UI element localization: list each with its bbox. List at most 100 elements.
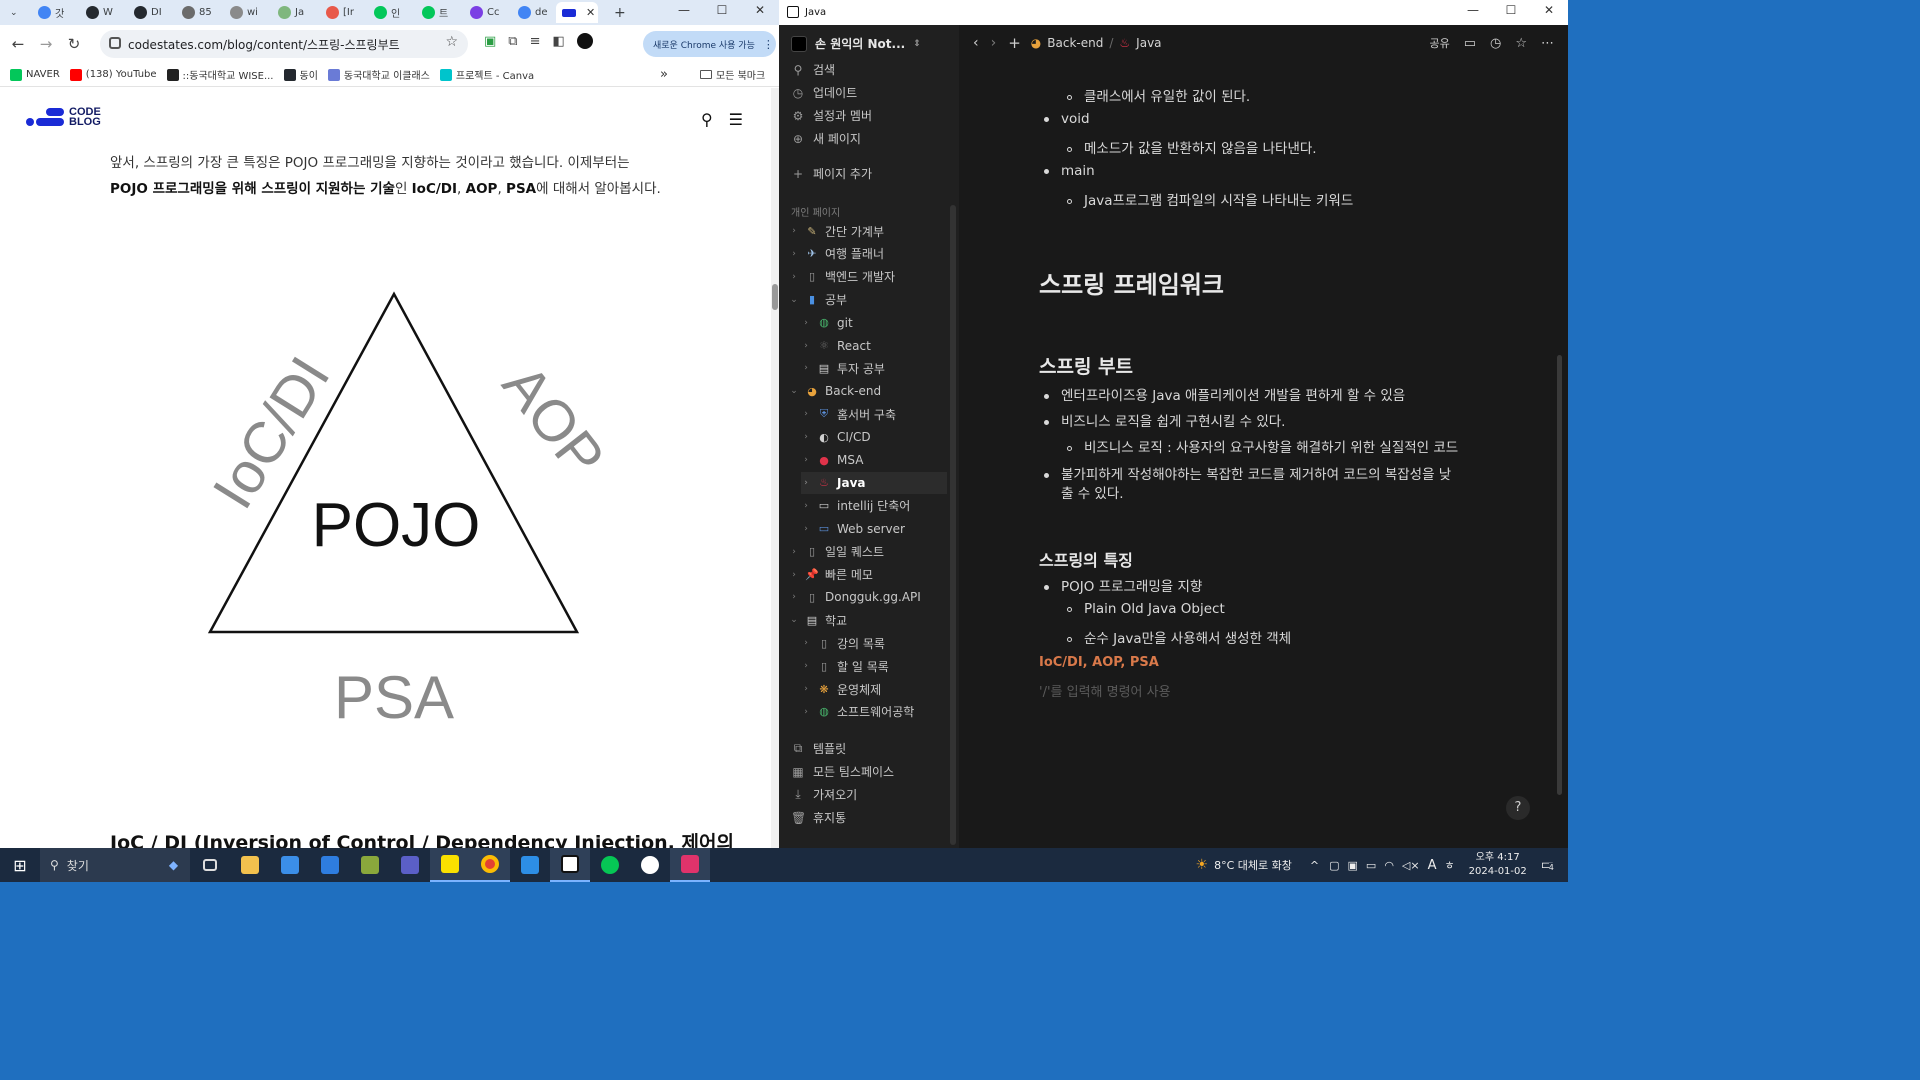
heading-spring-framework[interactable]: 스프링 프레임워크 bbox=[1039, 265, 1224, 300]
page-tree-item[interactable]: › 📌 빠른 메모 bbox=[789, 564, 947, 586]
ime-mode-indicator[interactable]: A bbox=[1428, 858, 1437, 873]
vscode-icon[interactable] bbox=[510, 848, 550, 882]
tab-active[interactable]: ✕ bbox=[556, 2, 598, 23]
command-placeholder[interactable]: '/'를 입력해 명령어 사용 bbox=[1039, 681, 1171, 700]
chevron-right-icon[interactable]: › bbox=[801, 318, 811, 328]
list-item[interactable]: 비즈니스 로직을 쉽게 구현시킬 수 있다. bbox=[1044, 410, 1285, 430]
chevron-right-icon[interactable]: › bbox=[801, 524, 811, 534]
puzzle-icon[interactable]: ⧉ bbox=[508, 34, 517, 49]
all-bookmarks[interactable]: 모든 북마크 bbox=[700, 67, 765, 82]
page-tree-item[interactable]: › ▯ 강의 목록 bbox=[801, 632, 947, 654]
page-tree-item[interactable]: › ⛨ 홈서버 구축 bbox=[801, 403, 947, 425]
list-item[interactable]: POJO 프로그래밍을 지향 bbox=[1044, 575, 1202, 595]
minimize-button[interactable]: — bbox=[1454, 0, 1492, 22]
intellij-icon[interactable] bbox=[670, 848, 710, 882]
tray-camera-icon[interactable]: ▣ bbox=[1348, 859, 1358, 872]
page-tree-item[interactable]: › ● MSA bbox=[801, 449, 947, 471]
page-scrollbar[interactable] bbox=[771, 88, 779, 848]
windows-start-icon[interactable]: ⊞ bbox=[0, 856, 40, 875]
forward-icon[interactable]: → bbox=[32, 35, 60, 53]
more-dots-icon[interactable]: ⋯ bbox=[1541, 36, 1554, 51]
page-tree-item[interactable]: ⌄ ▤ 학교 bbox=[789, 609, 947, 631]
address-bar[interactable]: codestates.com/blog/content/스프링-스프링부트 ☆ bbox=[100, 30, 468, 58]
new-page-plus-icon[interactable]: + bbox=[1008, 34, 1021, 52]
maximize-button[interactable]: ☐ bbox=[703, 0, 741, 22]
weather-icon[interactable]: ☀ bbox=[1196, 857, 1209, 873]
minimize-button[interactable]: — bbox=[665, 0, 703, 22]
page-tree-item[interactable]: › ◐ CI/CD bbox=[801, 426, 947, 448]
browser-tab[interactable]: 갓 bbox=[32, 2, 76, 23]
sidebar-bottom-item[interactable]: ⤓ 가져오기 bbox=[791, 786, 857, 803]
browser-tab[interactable]: de bbox=[512, 2, 556, 23]
chevron-down-icon[interactable]: ⌄ bbox=[789, 295, 799, 305]
site-info-icon[interactable] bbox=[109, 37, 121, 49]
chevron-right-icon[interactable]: › bbox=[801, 341, 811, 351]
page-tree-item[interactable]: › ⚛ React bbox=[801, 335, 947, 357]
system-clock[interactable]: 오후 4:17 2024-01-02 bbox=[1469, 851, 1527, 879]
page-tree-item[interactable]: › ▭ Web server bbox=[801, 518, 947, 540]
breadcrumb-current[interactable]: Java bbox=[1136, 36, 1161, 50]
task-view-icon[interactable] bbox=[190, 848, 230, 882]
notion-icon[interactable] bbox=[550, 848, 590, 882]
wifi-icon[interactable]: ◠ bbox=[1384, 859, 1394, 872]
bookmark-item[interactable]: 프로젝트 - Canva bbox=[439, 67, 534, 82]
browser-tab[interactable]: wi bbox=[224, 2, 268, 23]
browser-tab[interactable]: DI bbox=[128, 2, 172, 23]
bookmark-item[interactable]: NAVER bbox=[10, 67, 60, 82]
menu-kebab-icon[interactable]: ⋮ bbox=[763, 38, 774, 51]
sidebar-nav-item[interactable]: ◷ 업데이트 bbox=[791, 84, 857, 101]
bookmark-item[interactable]: 동국대학교 이클래스 bbox=[327, 67, 430, 82]
chevron-right-icon[interactable]: › bbox=[801, 501, 811, 511]
tray-chevron-up-icon[interactable]: ^ bbox=[1310, 859, 1319, 872]
tab-search-button[interactable]: ⌄ bbox=[4, 2, 26, 23]
browser-tab[interactable]: Ja bbox=[272, 2, 316, 23]
bookmark-item[interactable]: 동이 bbox=[283, 67, 318, 82]
profile-avatar[interactable] bbox=[576, 33, 593, 49]
page-tree-item[interactable]: › ♨ Java bbox=[801, 471, 947, 494]
search-icon[interactable]: ⚲ bbox=[701, 110, 713, 129]
browser-tab[interactable]: Cc bbox=[464, 2, 508, 23]
list-item[interactable]: 비즈니스 로직 : 사용자의 요구사항을 해결하기 위한 실질적인 코드 bbox=[1067, 436, 1458, 456]
chevron-right-icon[interactable]: › bbox=[801, 363, 811, 373]
maximize-button[interactable]: ☐ bbox=[1492, 0, 1530, 22]
list-item[interactable]: Java프로그램 컴파일의 시작을 나타내는 키워드 bbox=[1067, 189, 1353, 209]
add-page-button[interactable]: + 페이지 추가 bbox=[791, 165, 872, 182]
page-tree-item[interactable]: › ◍ 소프트웨어공학 bbox=[801, 701, 947, 723]
list-item[interactable]: 순수 Java만을 사용해서 생성한 객체 bbox=[1067, 627, 1291, 647]
new-tab-button[interactable]: + bbox=[608, 2, 626, 23]
page-tree-item[interactable]: › ▯ 할 일 목록 bbox=[801, 655, 947, 677]
page-tree-item[interactable]: › ▤ 투자 공부 bbox=[801, 357, 947, 379]
page-tree-item[interactable]: › ▯ 백엔드 개발자 bbox=[789, 266, 947, 288]
browser-tab[interactable]: [Ir bbox=[320, 2, 364, 23]
browser-tab[interactable]: 85 bbox=[176, 2, 220, 23]
file-explorer-icon[interactable] bbox=[230, 848, 270, 882]
hamburger-menu-icon[interactable]: ☰ bbox=[729, 110, 743, 129]
sidebar-bottom-item[interactable]: ▦ 모든 팀스페이스 bbox=[791, 763, 894, 780]
codeblog-logo[interactable]: CODE BLOG bbox=[26, 106, 101, 128]
reload-icon[interactable]: ↻ bbox=[60, 35, 88, 53]
chevron-right-icon[interactable]: › bbox=[801, 638, 811, 648]
ime-hangul-indicator[interactable]: ㅎ bbox=[1445, 857, 1455, 873]
weather-text[interactable]: 8°C 대체로 화창 bbox=[1214, 857, 1292, 873]
store-icon[interactable] bbox=[310, 848, 350, 882]
breadcrumb-parent[interactable]: Back-end bbox=[1047, 36, 1103, 50]
sidebar-bottom-item[interactable]: 🗑 휴지통 bbox=[791, 809, 846, 826]
notification-center-icon[interactable]: ▭ 4 bbox=[1541, 857, 1554, 873]
sidebar-scrollbar[interactable] bbox=[950, 205, 956, 845]
line-icon[interactable] bbox=[590, 848, 630, 882]
chevron-right-icon[interactable]: › bbox=[801, 478, 811, 488]
list-item[interactable]: 클래스에서 유일한 값이 된다. bbox=[1067, 85, 1250, 105]
heading-spring-features[interactable]: 스프링의 특징 bbox=[1039, 547, 1133, 571]
chrome-icon[interactable] bbox=[470, 848, 510, 882]
bookmark-item[interactable]: (138) YouTube bbox=[69, 67, 157, 82]
kakaotalk-icon[interactable] bbox=[430, 848, 470, 882]
page-tree-item[interactable]: ⌄ ◕ Back-end bbox=[789, 380, 947, 402]
heading-spring-boot[interactable]: 스프링 부트 bbox=[1039, 352, 1133, 379]
page-tree-item[interactable]: › ✎ 간단 가계부 bbox=[789, 220, 947, 242]
page-tree-item[interactable]: › ◍ git bbox=[801, 312, 947, 334]
chevron-down-icon[interactable]: ⌄ bbox=[789, 615, 799, 625]
back-icon[interactable]: ‹ bbox=[973, 35, 979, 51]
chevron-right-icon[interactable]: › bbox=[789, 570, 799, 580]
list-item[interactable]: 메소드가 값을 반환하지 않음을 나타낸다. bbox=[1067, 137, 1317, 157]
page-tree-item[interactable]: › ▯ Dongguk.gg.API bbox=[789, 586, 947, 608]
